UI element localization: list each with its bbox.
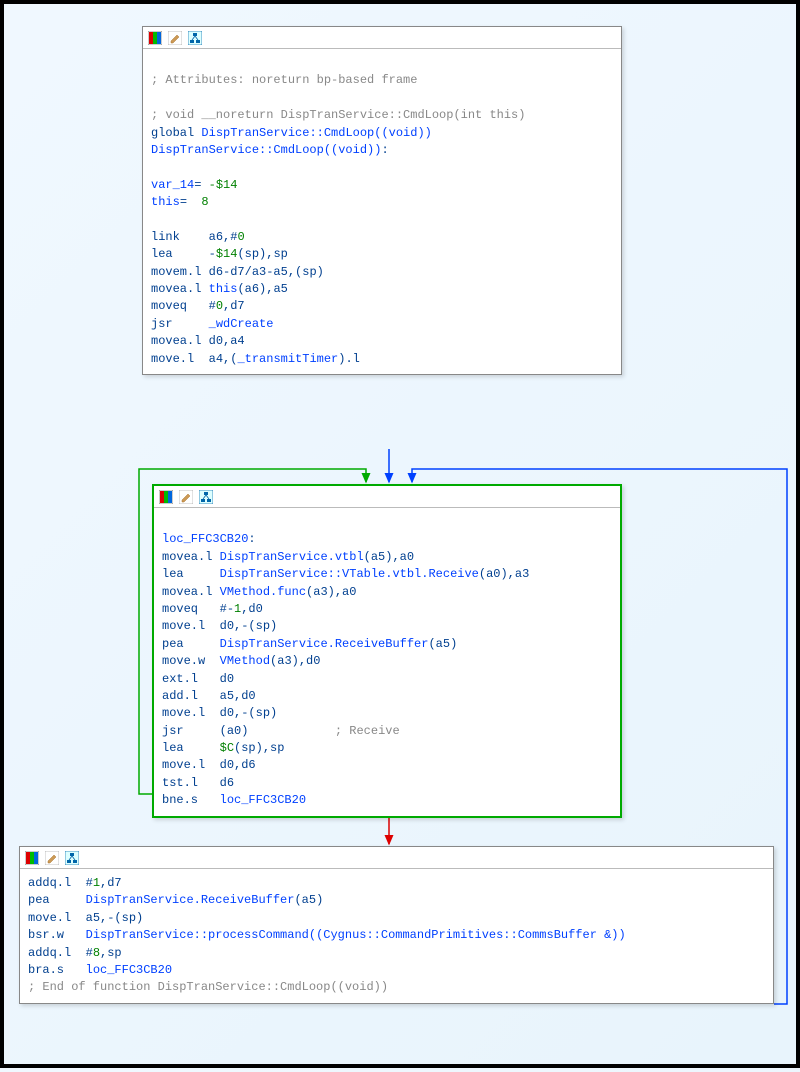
comment: ; Attributes: noreturn bp-based frame bbox=[151, 73, 417, 87]
mnemonic: lea bbox=[162, 567, 184, 581]
mnemonic: jsr bbox=[151, 317, 173, 331]
colors-icon bbox=[147, 30, 163, 46]
node-body-1: ; Attributes: noreturn bp-based frame ; … bbox=[143, 49, 621, 374]
disasm-node-2[interactable]: loc_FFC3CB20: movea.l DispTranService.vt… bbox=[152, 484, 622, 818]
mnemonic: tst.l bbox=[162, 776, 198, 790]
mnemonic: addq.l bbox=[28, 946, 71, 960]
node-body-3: addq.l #1,d7 pea DispTranService.Receive… bbox=[20, 869, 773, 1003]
edit-icon bbox=[167, 30, 183, 46]
mnemonic: move.l bbox=[162, 619, 205, 633]
graph-icon bbox=[64, 850, 80, 866]
var: this bbox=[151, 195, 180, 209]
disasm-node-3[interactable]: addq.l #1,d7 pea DispTranService.Receive… bbox=[19, 846, 774, 1004]
graph-icon bbox=[198, 489, 214, 505]
graph-icon bbox=[187, 30, 203, 46]
mnemonic: moveq bbox=[151, 299, 187, 313]
mnemonic: lea bbox=[151, 247, 173, 261]
node-header bbox=[20, 847, 773, 869]
node-header bbox=[143, 27, 621, 49]
mnemonic: pea bbox=[162, 637, 184, 651]
mnemonic: ext.l bbox=[162, 672, 198, 686]
mnemonic: movea.l bbox=[151, 282, 201, 296]
loc-label: loc_FFC3CB20 bbox=[162, 532, 248, 546]
edit-icon bbox=[178, 489, 194, 505]
mnemonic: pea bbox=[28, 893, 50, 907]
node-body-2: loc_FFC3CB20: movea.l DispTranService.vt… bbox=[154, 508, 620, 816]
colors-icon bbox=[24, 850, 40, 866]
mnemonic: link bbox=[151, 230, 180, 244]
mnemonic: movem.l bbox=[151, 265, 201, 279]
mnemonic: jsr bbox=[162, 724, 184, 738]
mnemonic: move.l bbox=[162, 758, 205, 772]
disasm-node-1[interactable]: ; Attributes: noreturn bp-based frame ; … bbox=[142, 26, 622, 375]
mnemonic: move.l bbox=[151, 352, 194, 366]
mnemonic: addq.l bbox=[28, 876, 71, 890]
var: var_14 bbox=[151, 178, 194, 192]
mnemonic: move.w bbox=[162, 654, 205, 668]
mnemonic: bne.s bbox=[162, 793, 198, 807]
mnemonic: moveq bbox=[162, 602, 198, 616]
colors-icon bbox=[158, 489, 174, 505]
comment: ; void __noreturn DispTranService::CmdLo… bbox=[151, 108, 525, 122]
mnemonic: movea.l bbox=[162, 585, 212, 599]
edit-icon bbox=[44, 850, 60, 866]
mnemonic: bsr.w bbox=[28, 928, 64, 942]
mnemonic: bra.s bbox=[28, 963, 64, 977]
symbol: DispTranService::CmdLoop((void)) bbox=[201, 126, 431, 140]
mnemonic: movea.l bbox=[151, 334, 201, 348]
keyword: global bbox=[151, 126, 194, 140]
mnemonic: move.l bbox=[162, 706, 205, 720]
mnemonic: lea bbox=[162, 741, 184, 755]
symbol: DispTranService::CmdLoop((void)) bbox=[151, 143, 381, 157]
end-comment: ; End of function DispTranService::CmdLo… bbox=[28, 980, 388, 994]
mnemonic: movea.l bbox=[162, 550, 212, 564]
mnemonic: move.l bbox=[28, 911, 71, 925]
mnemonic: add.l bbox=[162, 689, 198, 703]
node-header bbox=[154, 486, 620, 508]
